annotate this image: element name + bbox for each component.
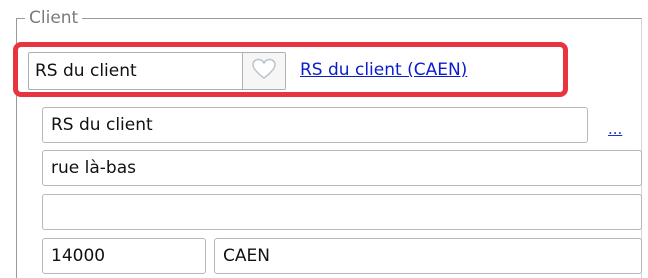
client-name-field[interactable]: RS du client xyxy=(42,107,588,143)
address-line2-field[interactable] xyxy=(42,194,642,230)
address-line1-field[interactable]: rue là-bas xyxy=(42,150,642,186)
postal-code-field[interactable]: 14000 xyxy=(42,238,206,274)
highlight-box xyxy=(13,42,568,97)
city-field[interactable]: CAEN xyxy=(214,238,642,274)
more-button[interactable]: ... xyxy=(608,120,622,138)
client-group-legend: Client xyxy=(25,8,83,28)
